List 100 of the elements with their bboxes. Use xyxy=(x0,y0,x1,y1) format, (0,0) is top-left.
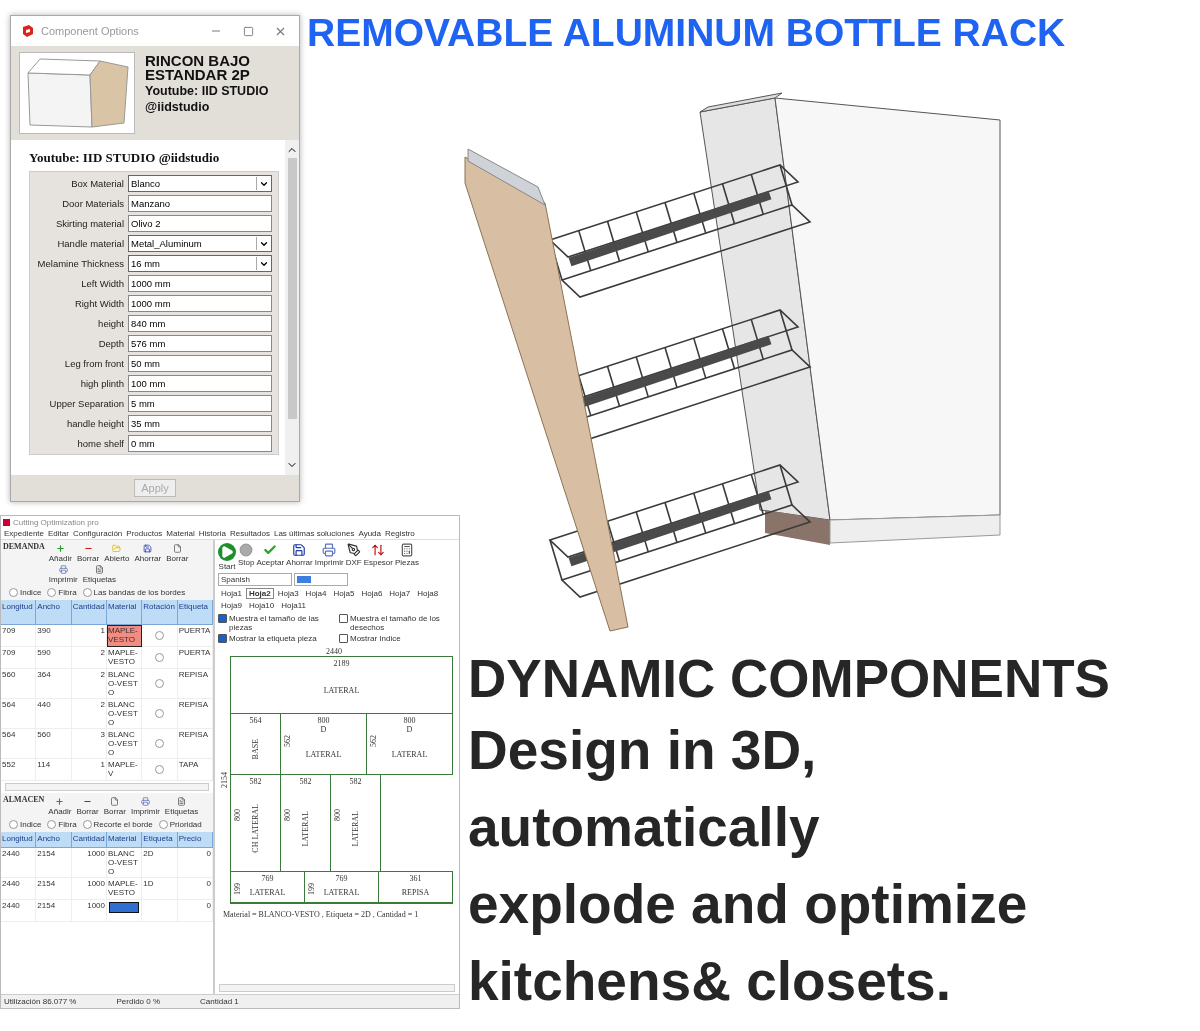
table-cell[interactable]: BLANCO-VESTO xyxy=(107,699,143,729)
checkbox[interactable] xyxy=(339,634,348,643)
sheet-tab[interactable]: Hoja8 xyxy=(414,588,442,599)
table-cell[interactable]: MAPLE-VESTO xyxy=(107,647,143,669)
radio-button[interactable] xyxy=(47,820,57,829)
scrollbar[interactable] xyxy=(219,984,455,992)
input-field[interactable]: 576 mm xyxy=(128,335,272,352)
cut-piece[interactable]: 769 LATERAL 199 xyxy=(231,872,305,902)
menu-item[interactable]: Resultados xyxy=(229,529,270,538)
toolbar-button[interactable]: Borrar xyxy=(102,797,127,816)
cut-piece[interactable]: 582 CH LATERAL 800 xyxy=(231,775,281,871)
input-field[interactable]: 5 mm xyxy=(128,395,272,412)
cut-piece[interactable]: 2189 LATERAL xyxy=(231,657,453,713)
column-header[interactable]: Material xyxy=(107,832,143,848)
table-cell[interactable]: BLANCO-VESTO xyxy=(107,669,143,699)
sheet-tab[interactable]: Hoja2 xyxy=(245,588,274,599)
language-dropdown[interactable]: Spanish xyxy=(218,573,292,586)
radio-button[interactable] xyxy=(82,588,92,597)
dropdown[interactable]: Metal_Aluminum xyxy=(128,235,272,252)
sheet-tab[interactable]: Hoja4 xyxy=(302,588,330,599)
column-header[interactable]: Etiqueta xyxy=(177,600,213,625)
checkbox[interactable] xyxy=(218,614,227,623)
menu-item[interactable]: Productos xyxy=(126,529,163,538)
table-cell[interactable]: MAPLE-VESTO xyxy=(107,878,143,900)
cut-piece[interactable]: 582 LATERAL 800 xyxy=(281,775,331,871)
input-field[interactable]: 1000 mm xyxy=(128,275,272,292)
cut-piece[interactable]: 800 D LATERAL 562 xyxy=(367,714,453,774)
menu-item[interactable]: Las últimas soluciones xyxy=(273,529,355,538)
sheet-tab[interactable]: Hoja1 xyxy=(218,588,245,599)
table-cell[interactable]: MAPLE-VESTO xyxy=(107,625,143,647)
toolbar-button[interactable]: Start xyxy=(218,543,236,571)
checkbox[interactable] xyxy=(339,614,348,623)
table-cell[interactable]: BLANCO-VESTO xyxy=(107,729,143,759)
toolbar-button[interactable]: Abierto xyxy=(103,544,131,563)
checkbox[interactable] xyxy=(218,634,227,643)
input-field[interactable]: Olivo 2 xyxy=(128,215,272,232)
radio-button[interactable] xyxy=(47,588,57,597)
table-cell[interactable]: BLANCO-VESTO xyxy=(107,848,143,878)
menu-item[interactable]: Registro xyxy=(385,529,415,538)
input-field[interactable]: 100 mm xyxy=(128,375,272,392)
toolbar-button[interactable]: Imprimir xyxy=(47,565,79,584)
radio-button[interactable] xyxy=(9,588,18,597)
cut-piece[interactable]: 800 D LATERAL 562 xyxy=(281,714,367,774)
toolbar-button[interactable]: Etiquetas xyxy=(163,797,200,816)
toolbar-button[interactable]: Ahorrar xyxy=(133,544,163,563)
column-header[interactable]: Rotación xyxy=(142,600,178,625)
sheet-tab[interactable]: Hoja10 xyxy=(245,600,278,611)
toolbar-button[interactable]: Borrar xyxy=(75,544,101,563)
menu-item[interactable]: Historia xyxy=(198,529,226,538)
input-field[interactable]: 0 mm xyxy=(128,435,272,452)
radio-button[interactable] xyxy=(155,631,164,640)
toolbar-button[interactable]: Piezas xyxy=(395,543,419,567)
column-header[interactable]: Cantidad xyxy=(71,832,107,848)
sheet-tab[interactable]: Hoja6 xyxy=(358,588,386,599)
radio-button[interactable] xyxy=(155,679,164,688)
input-field[interactable]: Manzano xyxy=(128,195,272,212)
input-field[interactable]: 840 mm xyxy=(128,315,272,332)
scrollbar[interactable] xyxy=(285,140,299,475)
column-header[interactable]: Etiqueta xyxy=(142,832,178,848)
toolbar-button[interactable]: Añadir xyxy=(47,544,73,563)
radio-button[interactable] xyxy=(155,765,164,774)
toolbar-button[interactable]: Aceptar xyxy=(256,543,285,567)
toolbar-button[interactable]: Borrar xyxy=(165,544,190,563)
column-header[interactable]: Cantidad xyxy=(71,600,107,625)
radio-button[interactable] xyxy=(82,820,92,829)
column-header[interactable]: Ancho xyxy=(36,600,72,625)
scrollbar[interactable] xyxy=(5,783,209,791)
menu-item[interactable]: Expediente xyxy=(4,529,45,538)
input-field[interactable]: 50 mm xyxy=(128,355,272,372)
column-header[interactable]: Longitud xyxy=(1,600,37,625)
cut-piece[interactable]: 769 LATERAL 199 xyxy=(305,872,379,902)
dropdown[interactable]: 16 mm xyxy=(128,255,272,272)
toolbar-button[interactable]: Espesor xyxy=(363,543,393,567)
radio-button[interactable] xyxy=(9,820,18,829)
menu-item[interactable]: Configuración xyxy=(72,529,123,538)
dropdown[interactable]: Blanco xyxy=(128,175,272,192)
table-cell[interactable] xyxy=(107,900,143,922)
menu-item[interactable]: Material xyxy=(166,529,195,538)
toolbar-button[interactable]: Imprimir xyxy=(129,797,161,816)
sheet-tab[interactable]: Hoja3 xyxy=(274,588,302,599)
radio-button[interactable] xyxy=(155,709,164,718)
sheet-tab[interactable]: Hoja9 xyxy=(218,600,245,611)
cut-piece[interactable]: 582 LATERAL 800 xyxy=(331,775,381,871)
toolbar-button[interactable]: Ahorrar xyxy=(286,543,313,567)
toolbar-button[interactable]: DXF xyxy=(345,543,362,567)
column-header[interactable]: Ancho xyxy=(36,832,72,848)
sheet-tab[interactable]: Hoja5 xyxy=(330,588,358,599)
cut-piece[interactable]: 564 BASE xyxy=(231,714,281,774)
column-header[interactable]: Precio xyxy=(177,832,213,848)
table-cell[interactable]: MAPLE-V xyxy=(107,759,143,781)
input-field[interactable]: 35 mm xyxy=(128,415,272,432)
toolbar-button[interactable]: Borrar xyxy=(75,797,100,816)
cut-piece[interactable]: 361 REPISA xyxy=(379,872,453,902)
toolbar-button[interactable]: Imprimir xyxy=(314,543,344,567)
menu-item[interactable]: Editar xyxy=(48,529,69,538)
sheet-tab[interactable]: Hoja7 xyxy=(386,588,414,599)
menu-item[interactable]: Ayuda xyxy=(358,529,381,538)
sheet-tab[interactable]: Hoja11 xyxy=(278,600,310,611)
edit-field[interactable] xyxy=(109,902,140,913)
toolbar-button[interactable]: Stop xyxy=(238,543,255,567)
